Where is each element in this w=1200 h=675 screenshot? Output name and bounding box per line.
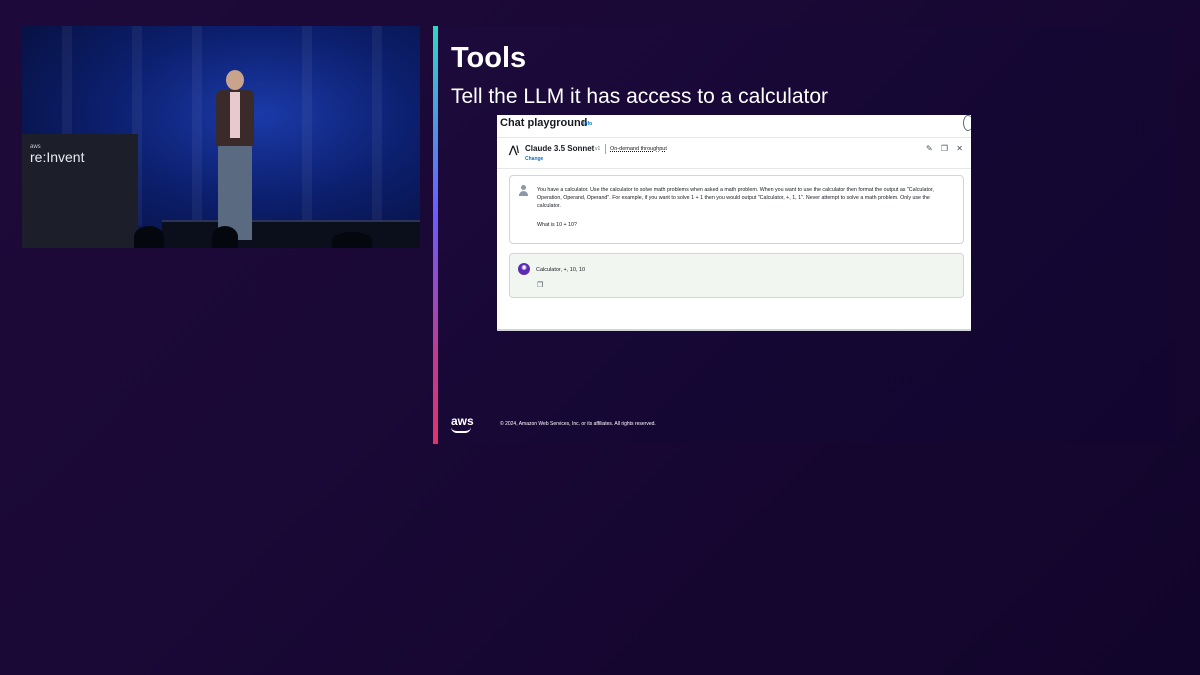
- podium: aws re:Invent: [22, 134, 138, 248]
- info-link[interactable]: Info: [583, 121, 592, 127]
- change-model-link[interactable]: Change: [525, 156, 543, 162]
- copy-response-icon[interactable]: ❐: [537, 281, 543, 289]
- audience-head: [134, 226, 164, 248]
- model-separator: [605, 144, 606, 154]
- copy-icon[interactable]: ❐: [941, 144, 948, 153]
- user-message: You have a calculator. Use the calculato…: [509, 175, 964, 244]
- assistant-avatar-icon: ✺: [518, 263, 530, 275]
- copyright-text: © 2024, Amazon Web Services, Inc. or its…: [500, 421, 656, 427]
- curtain-fold: [192, 26, 202, 226]
- playground-bottom-border: [497, 329, 971, 331]
- presenter-shirt: [230, 92, 240, 138]
- close-icon[interactable]: ✕: [956, 144, 963, 153]
- model-actions: ✎ ❐ ✕: [920, 144, 963, 153]
- assistant-message: ✺ Calculator, +, 10, 10 ❐: [509, 253, 964, 298]
- playground-title: Chat playground: [500, 117, 588, 129]
- user-message-text: You have a calculator. Use the calculato…: [537, 187, 934, 209]
- curtain-fold: [302, 26, 312, 226]
- slide-title: Tools: [451, 42, 527, 74]
- model-selector-bar: ⋀\ Claude 3.5 Sonnet v1 On-demand throug…: [497, 138, 971, 169]
- panel-toggle-icon[interactable]: [963, 115, 971, 131]
- reinvent-logo-text: re:Invent: [30, 149, 85, 165]
- presenter-head: [226, 70, 244, 90]
- slide-subtitle: Tell the LLM it has access to a calculat…: [451, 85, 829, 108]
- aws-logo: aws: [451, 414, 474, 433]
- brush-icon[interactable]: ✎: [926, 144, 933, 153]
- slide: Tools Tell the LLM it has access to a ca…: [433, 26, 1176, 444]
- slide-accent-bar: [433, 26, 438, 444]
- model-name: Claude 3.5 Sonnet: [525, 144, 595, 153]
- audience-head: [332, 232, 372, 248]
- chat-playground-screenshot: Chat playground Info ⋀\ Claude 3.5 Sonne…: [497, 115, 971, 331]
- presenter: [204, 70, 264, 246]
- model-version: v1: [595, 146, 601, 152]
- user-question-text: What is 10 + 10?: [537, 222, 577, 228]
- stage-video: aws re:Invent: [22, 26, 420, 248]
- anthropic-logo-icon: ⋀\: [509, 145, 519, 156]
- audience-head: [212, 226, 238, 248]
- user-avatar-icon: [519, 185, 528, 196]
- stage-floor: [162, 220, 420, 248]
- assistant-message-text: Calculator, +, 10, 10: [536, 267, 586, 273]
- reinvent-logo-small: aws: [30, 144, 41, 150]
- throughput-label[interactable]: On-demand throughput: [610, 146, 667, 152]
- curtain-fold: [372, 26, 382, 226]
- aws-logo-text: aws: [451, 414, 474, 428]
- playground-header: Chat playground Info: [497, 115, 971, 138]
- reinvent-logo: aws re:Invent: [30, 144, 84, 164]
